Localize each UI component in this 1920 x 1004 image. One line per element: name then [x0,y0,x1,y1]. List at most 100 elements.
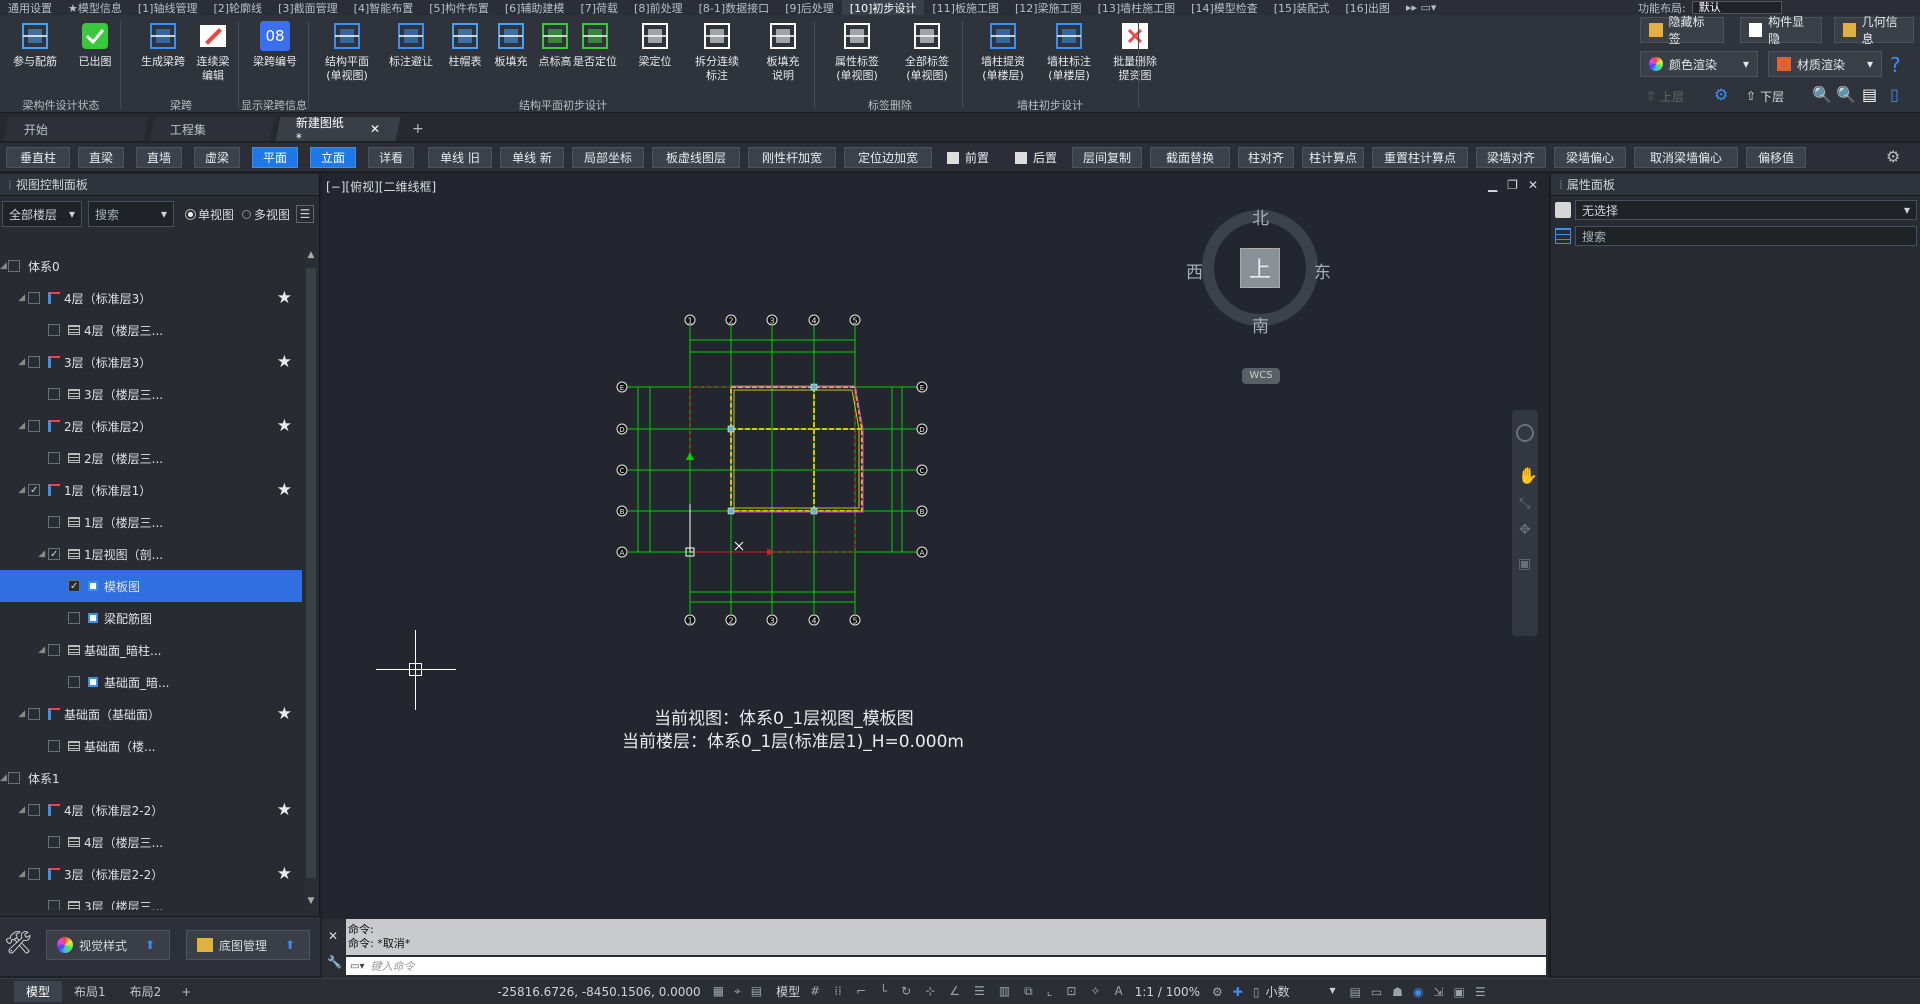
toolbar-button[interactable]: 偏移值 [1746,147,1806,168]
ucs-icon[interactable]: ⊡ [1066,984,1076,999]
star-icon[interactable]: ★ [277,480,292,500]
menu-item[interactable]: [14]模型检查 [1183,0,1266,15]
toolbar-button[interactable]: 直墙 [136,147,182,168]
toolbar-button[interactable]: 定位边加宽 [844,147,932,168]
toolbar-button[interactable]: 平面 [252,147,298,168]
tree-checkbox[interactable] [28,356,40,368]
tree-checkbox[interactable] [28,420,40,432]
tree-checkbox[interactable] [48,900,60,910]
infer-icon[interactable]: ⌐ [856,984,866,999]
tree-checkbox[interactable] [48,836,60,848]
toolbar-button[interactable]: 层间复制 [1072,147,1142,168]
slab-fill-button[interactable]: 板填充 [486,19,536,93]
scroll-down-icon[interactable]: ▼ [305,896,317,910]
tree-node[interactable]: 模板图 [0,570,302,602]
struct-plan-button[interactable]: 结构平面 (单视图) [322,19,372,93]
tools-icon[interactable]: 🛠 [4,931,34,961]
coordinates-readout[interactable]: -25816.6726, -8450.1506, 0.0000 [497,985,700,999]
single-view-radio[interactable]: 单视图 [186,206,234,223]
tree-checkbox[interactable] [28,484,40,496]
toolbar-button[interactable]: 立面 [310,147,356,168]
gear-icon[interactable]: ⚙ [1714,85,1736,107]
toolbar-settings-icon[interactable]: ⚙ [1886,147,1906,167]
transparency-icon[interactable]: ▥ [999,984,1010,999]
menu-icon[interactable]: ☰ [1475,985,1486,999]
menu-item[interactable]: [3]截面管理 [270,0,346,15]
toolbar-button[interactable]: 柱对齐 [1238,147,1294,168]
beam-position-button[interactable]: 梁定位 [630,19,680,93]
floor-plan-drawing[interactable]: 1 1 2 2 3 3 4 4 5 5 E E D D C C B B A A [322,174,1548,694]
menu-item[interactable]: 通用设置 [0,0,60,15]
tree-checkbox[interactable] [48,548,60,560]
menu-item[interactable]: [13]墙柱施工图 [1090,0,1184,15]
3d-osnap-icon[interactable]: ⌞ [1047,984,1053,999]
all-label-button[interactable]: 全部标签 (单视图) [902,19,952,93]
tree-scrollbar[interactable]: ▲ ▼ [304,250,318,910]
tab-project-set[interactable]: 工程集 [149,117,275,141]
tree-node[interactable]: ◢ 4层（标准层3） ★ [0,282,302,314]
toolbar-button[interactable]: 柱计算点 [1302,147,1364,168]
tree-node[interactable]: 基础面_暗... [0,666,302,698]
tree-node[interactable]: ◢ 1层（标准层1）★ [0,474,302,506]
command-input[interactable]: ▭▾ 键入命令 [346,957,1546,975]
tree-node[interactable]: ◢ 基础面（基础面） ★ [0,698,302,730]
units-select[interactable]: 小数 ▾ [1265,983,1335,1000]
tree-node[interactable]: ◢ 2层（标准层2） ★ [0,410,302,442]
wall-col-label-button[interactable]: 墙柱标注 (单楼层) [1044,19,1094,93]
menu-item[interactable]: ★模型信息 [60,0,130,15]
geometry-info-button[interactable]: 几何信息 [1834,15,1914,46]
tree-checkbox[interactable] [28,804,40,816]
cont-beam-edit-button[interactable]: 连续梁 编辑 [188,19,238,93]
selection-select[interactable]: 无选择 ▾ [1575,200,1917,220]
wrench-icon[interactable]: 🔧 [327,955,342,969]
lineweight-icon[interactable]: ☰ [974,984,985,999]
status-tab-layout1[interactable]: 布局1 [62,981,118,1002]
grid-icon[interactable] [1555,228,1571,244]
toolbar-button[interactable]: 梁墙偏心 [1554,147,1626,168]
command-icon[interactable]: ▭▾ [350,961,364,972]
menu-item[interactable]: [11]板施工图 [924,0,1007,15]
toolbar-button[interactable]: 直梁 [78,147,124,168]
annotation-icon[interactable]: ✧ [1090,984,1100,999]
is-position-button[interactable]: 是否定位 [570,19,620,93]
list-icon[interactable]: ▤ [1862,85,1884,107]
tree-node[interactable]: 3层（楼层三... [0,378,302,410]
tree-checkbox[interactable] [28,708,40,720]
tree-node[interactable]: ◢ 3层（标准层3） ★ [0,346,302,378]
tree-checkbox[interactable] [68,676,80,688]
menu-icon[interactable]: ☰ [296,205,315,223]
toolbar-button[interactable]: 刚性杆加宽 [748,147,836,168]
toolbar-button[interactable]: 单线 旧 [428,147,492,168]
menu-item[interactable]: [5]构件布置 [421,0,497,15]
drawing-canvas[interactable]: [−][俯视][二维线框] ▁ ❐ ✕ 上 北 南 东 西 WCS ✋ ⤡ ✥ … [322,174,1548,919]
menu-item[interactable]: [15]装配式 [1266,0,1338,15]
base-map-button[interactable]: 底图管理 ⬆ [186,930,310,960]
toolbar-button[interactable]: 单线 新 [500,147,564,168]
tree-node[interactable]: ◢ 体系1 [0,762,302,794]
help-icon[interactable]: ? [1890,53,1914,77]
star-icon[interactable]: ★ [277,864,292,884]
join-reinforce-button[interactable]: 参与配筋 [10,19,60,93]
annotation-scale-icon[interactable]: A [1114,984,1122,999]
tree-node[interactable]: 4层（楼层三... [0,314,302,346]
polar-icon[interactable]: ↻ [901,984,911,999]
fullscreen-icon[interactable]: ▣ [1453,985,1464,999]
toolbar-button[interactable]: 垂直柱 [6,147,70,168]
scale-readout[interactable]: 1:1 / 100% [1135,985,1200,999]
tree-node[interactable]: ◢ 体系0 [0,250,302,282]
menu-item[interactable]: [6]辅助建模 [497,0,573,15]
tree-checkbox[interactable] [68,612,80,624]
tree-node[interactable]: ◢ 基础面_暗柱... [0,634,302,666]
batch-delete-button[interactable]: 批量删除 提资图 [1110,19,1160,93]
column-cap-table-button[interactable]: 柱帽表 [440,19,490,93]
grid-snap-icon[interactable]: ▤ [751,984,762,999]
visual-style-button[interactable]: 视觉样式 ⬆ [46,930,170,960]
settings-icon[interactable]: ⚙ [1212,985,1223,999]
cursor-icon[interactable]: ⌖ [734,984,741,999]
toolbar-button[interactable]: 板虚线图层 [652,147,740,168]
model-space-label[interactable]: 模型 [776,983,800,1000]
add-layout-button[interactable]: + [173,985,199,999]
hide-label-button[interactable]: 隐藏标签 [1640,15,1724,46]
tree-checkbox[interactable] [8,772,20,784]
properties-icon[interactable]: ▤ [1349,985,1360,999]
